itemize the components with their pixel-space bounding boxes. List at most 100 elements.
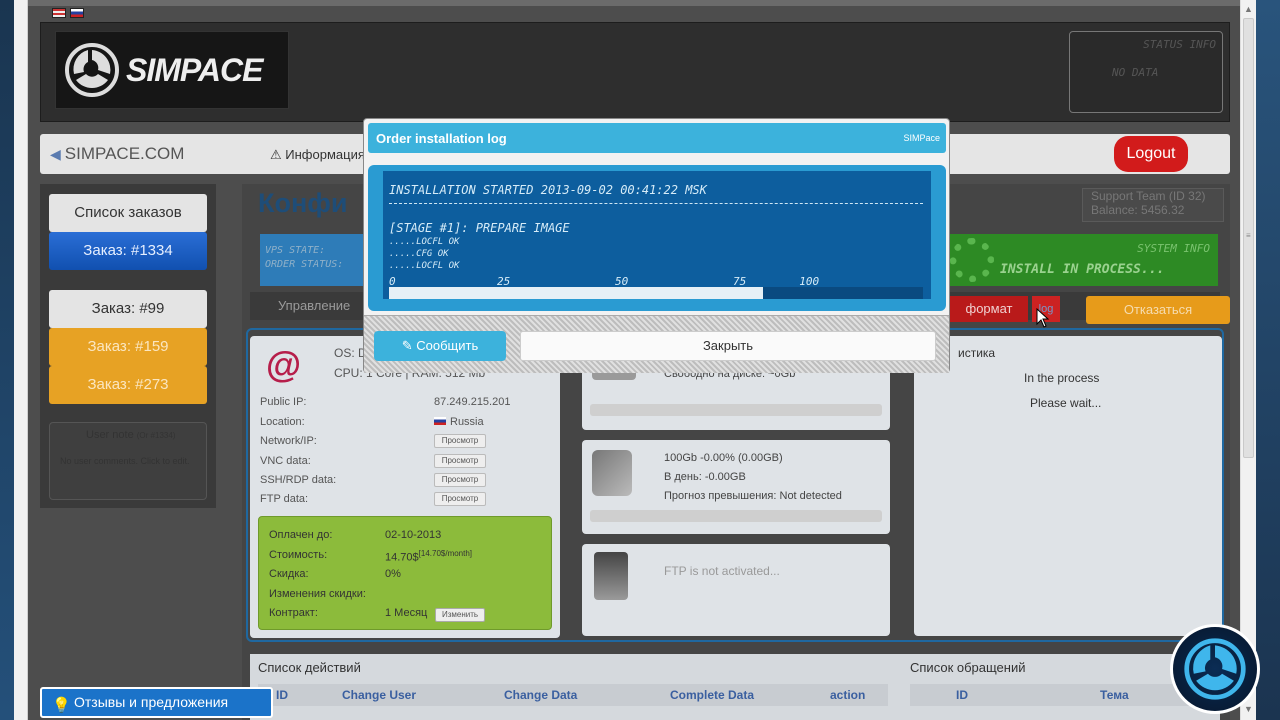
system-info-title: SYSTEM INFO	[1137, 242, 1210, 255]
debian-icon: @	[266, 344, 302, 385]
system-info-text: INSTALL IN PROCESS...	[1000, 262, 1165, 277]
installation-log-modal: Order installation log SIMPace INSTALLAT…	[363, 118, 950, 373]
tickets-table-header: ID Тема	[910, 684, 1212, 706]
modal-footer: ✎ Сообщить Закрыть	[364, 315, 949, 373]
site-link-label: SIMPACE.COM	[64, 144, 185, 163]
scroll-grip-icon: ≡	[1246, 231, 1251, 240]
col-change-data[interactable]: Change Data	[504, 688, 577, 702]
lightbulb-icon: 💡	[52, 697, 71, 714]
close-button[interactable]: Закрыть	[520, 331, 936, 361]
traffic-progress-bar	[590, 510, 882, 522]
system-info-box: SYSTEM INFO INSTALL IN PROCESS...	[942, 234, 1218, 286]
simpace-badge-icon	[1184, 638, 1246, 700]
scroll-down-icon[interactable]: ▼	[1244, 704, 1253, 714]
stats-please-wait: Please wait...	[1030, 396, 1102, 410]
desktop-left-edge	[0, 0, 14, 720]
format-button[interactable]: формат	[950, 296, 1028, 322]
status-title: STATUS INFO	[1143, 38, 1216, 51]
col-change-user[interactable]: Change User	[342, 688, 416, 702]
vnc-data-label: VNC data:	[260, 455, 311, 467]
user-note-order: (Or #1334)	[136, 431, 176, 440]
modal-title: Order installation log	[376, 131, 507, 146]
tab-manage[interactable]: Управление	[278, 298, 350, 313]
cancel-order-button[interactable]: Отказаться	[1086, 296, 1230, 324]
order-273-button[interactable]: Заказ: #273	[49, 366, 207, 404]
order-159-button[interactable]: Заказ: #159	[49, 328, 207, 366]
cost-per-month: [14.70$/month]	[418, 549, 473, 558]
modal-header: Order installation log SIMPace	[368, 123, 946, 153]
public-ip-value: 87.249.215.201	[434, 396, 511, 408]
russian-flag-icon[interactable]	[70, 8, 84, 18]
stats-in-process: In the process	[1024, 371, 1100, 385]
sidebar: Список заказов Заказ: #1334 Заказ: #99 З…	[40, 184, 216, 508]
user-note[interactable]: User note (Or #1334) No user comments. C…	[49, 422, 207, 500]
ftp-data-label: FTP data:	[260, 493, 309, 505]
desktop-right-edge	[1256, 0, 1280, 720]
scroll-up-icon[interactable]: ▲	[1244, 4, 1253, 14]
site-header: SIMPACE STATUS INFO NO DATA	[40, 22, 1230, 122]
vnc-view-button[interactable]: Просмотр	[434, 454, 486, 468]
logout-button[interactable]: Logout	[1114, 136, 1188, 172]
tickets-list-title: Список обращений	[910, 660, 1026, 675]
install-progress-bar	[389, 287, 923, 299]
vertical-scrollbar[interactable]: ▲ ≡ ▼	[1240, 0, 1256, 720]
info-link-label: Информация	[285, 147, 365, 162]
order-1334-button[interactable]: Заказ: #1334	[49, 232, 207, 270]
os-label: OS: D	[334, 346, 367, 360]
report-button[interactable]: ✎ Сообщить	[374, 331, 506, 361]
cost-amount: 14.70$	[385, 551, 419, 564]
discount-value: 0%	[385, 568, 401, 580]
change-contract-button[interactable]: Изменить	[435, 608, 485, 622]
col-complete-data[interactable]: Complete Data	[670, 688, 754, 702]
scroll-thumb[interactable]: ≡	[1243, 18, 1254, 458]
ssh-view-button[interactable]: Просмотр	[434, 473, 486, 487]
contract-label: Контракт:	[269, 607, 318, 619]
back-arrow-icon: ◀	[50, 146, 61, 162]
status-value: NO DATA	[1112, 66, 1159, 79]
network-view-button[interactable]: Просмотр	[434, 434, 486, 448]
location-label: Location:	[260, 416, 305, 428]
feedback-label: Отзывы и предложения	[74, 694, 229, 710]
col-id[interactable]: ID	[276, 688, 288, 702]
logo[interactable]: SIMPACE	[55, 31, 289, 109]
disk-progress-bar	[590, 404, 882, 416]
user-note-text: No user comments. Click to edit.	[60, 456, 190, 466]
location-value: Russia	[434, 416, 484, 428]
network-cable-icon	[592, 450, 632, 496]
support-team: Support Team (ID 32)	[1091, 189, 1206, 203]
col-ticket-id[interactable]: ID	[956, 688, 968, 702]
traffic-panel: 100Gb -0.00% (0.00GB) В день: -0.00GB Пр…	[582, 440, 890, 534]
order-list-button[interactable]: Список заказов	[49, 194, 207, 232]
log-divider	[389, 203, 923, 204]
discount-label: Скидка:	[269, 568, 309, 580]
language-flags	[52, 8, 84, 18]
ftp-server-icon	[594, 552, 628, 600]
report-label: Сообщить	[416, 338, 479, 353]
server-info-panel: @ OS: D CPU: 1 Core | RAM: 512 Mb Public…	[250, 336, 560, 638]
cost-value: 14.70$[14.70$/month]	[385, 549, 472, 564]
col-topic[interactable]: Тема	[1100, 688, 1129, 702]
mouse-cursor-icon	[1036, 308, 1050, 328]
balance: Balance: 5456.32	[1091, 203, 1185, 217]
simpace-badge	[1170, 624, 1260, 714]
support-box: Support Team (ID 32) Balance: 5456.32	[1082, 188, 1224, 222]
logo-text: SIMPACE	[126, 51, 263, 88]
info-link[interactable]: ⚠ Информация	[270, 147, 365, 163]
statistics-panel: истика In the process Please wait...	[914, 336, 1222, 636]
modal-body: INSTALLATION STARTED 2013-09-02 00:41:22…	[368, 165, 946, 311]
ftp-panel: FTP is not activated...	[582, 544, 890, 636]
public-ip-label: Public IP:	[260, 396, 307, 408]
feedback-button[interactable]: 💡 Отзывы и предложения	[40, 687, 273, 718]
discount-changes-label: Изменения скидки:	[269, 588, 366, 600]
install-progress-fill	[389, 287, 763, 299]
col-action[interactable]: action	[830, 688, 865, 702]
page-title: Конфи	[258, 188, 348, 218]
english-flag-icon[interactable]	[52, 8, 66, 18]
order-99-button[interactable]: Заказ: #99	[49, 290, 207, 328]
simpace-logo-icon	[65, 43, 119, 97]
paid-until-value: 02-10-2013	[385, 529, 442, 541]
site-link[interactable]: ◀ SIMPACE.COM	[50, 144, 184, 164]
ftp-view-button[interactable]: Просмотр	[434, 492, 486, 506]
location-text: Russia	[450, 416, 484, 428]
warning-icon: ⚠	[270, 147, 286, 162]
